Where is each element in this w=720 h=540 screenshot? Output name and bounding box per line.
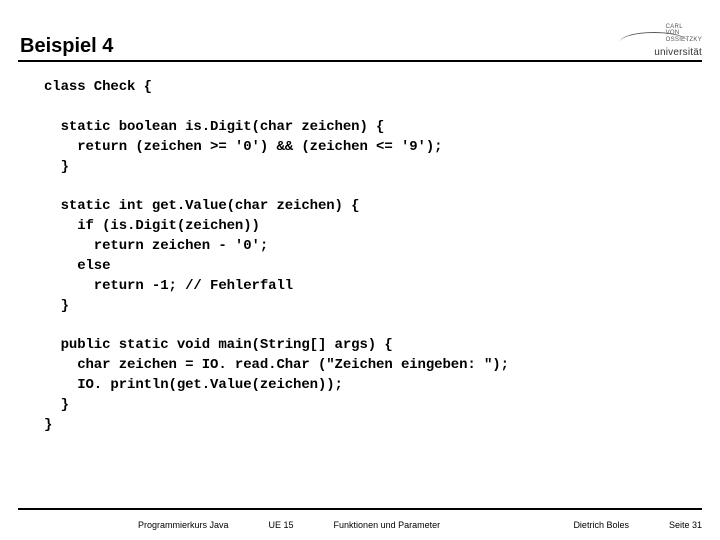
code-line: public static void main(String[] args) { bbox=[44, 337, 393, 353]
code-line: } bbox=[44, 417, 52, 433]
slide-title: Beispiel 4 bbox=[18, 35, 113, 58]
code-line: return -1; // Fehlerfall bbox=[44, 278, 293, 294]
logo-small-text: CARL VON OSSIETZKY bbox=[666, 24, 702, 43]
code-line: IO. println(get.Value(zeichen)); bbox=[44, 377, 343, 393]
code-line: static boolean is.Digit(char zeichen) { bbox=[44, 119, 384, 135]
code-line: return zeichen - '0'; bbox=[44, 238, 268, 254]
header: Beispiel 4 CARL VON OSSIETZKY universitä… bbox=[18, 28, 702, 62]
code-line: char zeichen = IO. read.Char ("Zeichen e… bbox=[44, 357, 509, 373]
footer-rule bbox=[18, 508, 702, 510]
slide: Beispiel 4 CARL VON OSSIETZKY universitä… bbox=[0, 0, 720, 540]
footer-right-group: Dietrich Boles Seite 31 bbox=[573, 520, 702, 530]
code-line: if (is.Digit(zeichen)) bbox=[44, 218, 260, 234]
code-line: return (zeichen >= '0') && (zeichen <= '… bbox=[44, 139, 442, 155]
footer-unit: UE 15 bbox=[269, 520, 294, 530]
logo-word: universität bbox=[654, 47, 702, 58]
footer-course: Programmierkurs Java bbox=[138, 520, 229, 530]
footer: Programmierkurs Java UE 15 Funktionen un… bbox=[18, 520, 702, 530]
footer-page: Seite 31 bbox=[669, 520, 702, 530]
footer-author: Dietrich Boles bbox=[573, 520, 629, 530]
code-block: class Check { static boolean is.Digit(ch… bbox=[44, 78, 680, 436]
code-line: class Check { bbox=[44, 79, 152, 95]
footer-left-group: Programmierkurs Java UE 15 Funktionen un… bbox=[18, 520, 440, 530]
code-line: } bbox=[44, 159, 69, 175]
code-line: } bbox=[44, 397, 69, 413]
code-line: static int get.Value(char zeichen) { bbox=[44, 198, 359, 214]
content: class Check { static boolean is.Digit(ch… bbox=[44, 78, 680, 436]
code-line: else bbox=[44, 258, 110, 274]
code-line: } bbox=[44, 298, 69, 314]
university-logo: CARL VON OSSIETZKY universität bbox=[612, 28, 702, 62]
footer-topic: Funktionen und Parameter bbox=[334, 520, 441, 530]
